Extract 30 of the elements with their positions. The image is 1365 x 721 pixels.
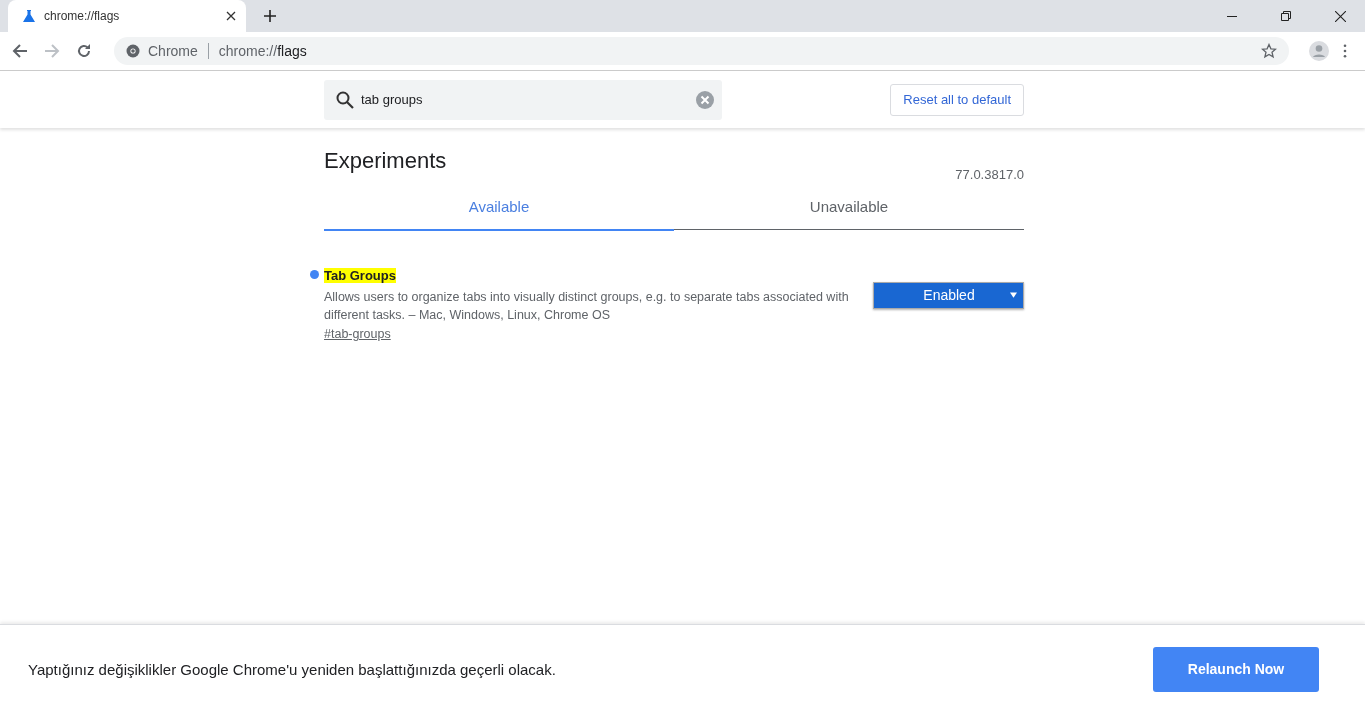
relaunch-button[interactable]: Relaunch Now (1153, 646, 1319, 692)
clear-icon[interactable] (696, 90, 714, 109)
browser-tab[interactable]: chrome://flags (8, 0, 246, 32)
page-title: Experiments (324, 148, 447, 174)
star-icon[interactable] (1261, 43, 1277, 59)
address-bar[interactable]: Chrome chrome://flags (114, 37, 1289, 65)
avatar-icon[interactable] (1309, 41, 1329, 61)
flag-description: Allows users to organize tabs into visually distinct groups, e.g. to separate tabs associated with different tasks. – Mac, Windows, Linux, Chrome OS (324, 289, 850, 324)
url-text: chrome://flags (218, 43, 307, 59)
new-tab-icon[interactable] (264, 10, 276, 22)
version-text: 77.0.3817.0 (955, 167, 1024, 182)
tab-title: chrome://flags (44, 9, 121, 23)
flag-link[interactable]: #tab-groups (324, 327, 391, 341)
reload-icon[interactable] (76, 43, 92, 59)
caret-icon (1010, 292, 1017, 298)
tab[interactable]: Unavailable (674, 198, 1024, 230)
chrome-logo-icon (126, 44, 140, 58)
menu-icon[interactable] (1343, 44, 1347, 58)
back-arrow-icon[interactable] (12, 43, 28, 59)
flag-title: Tab Groups (324, 268, 396, 283)
site-label: Chrome (148, 43, 198, 59)
restore-icon[interactable] (1281, 11, 1291, 21)
close-icon[interactable] (1335, 10, 1346, 22)
close-icon[interactable] (226, 11, 236, 21)
flag-select[interactable]: Enabled (873, 281, 1024, 309)
tab[interactable]: Available (324, 198, 674, 231)
flask-icon (22, 9, 36, 23)
search-field[interactable]: tab groups (324, 79, 722, 120)
reset-button[interactable]: Reset all to default (890, 83, 1024, 116)
relaunch-message: Yaptığınız değişiklikler Google Chrome'u yeniden başlattığınızda geçerli olacak. (28, 660, 557, 678)
